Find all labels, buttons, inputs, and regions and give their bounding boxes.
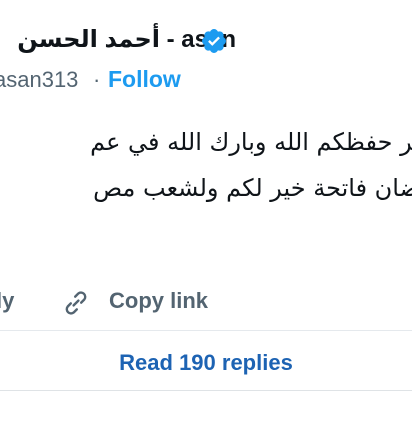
link-icon[interactable]: [60, 287, 92, 319]
read-replies-button[interactable]: Read 190 replies: [0, 344, 412, 382]
tweet-text-line-2: ضان فاتحة خير لكم ولشعب مص: [93, 174, 412, 202]
author-name-row: أحمد الحسن - asan: [0, 24, 412, 58]
divider: [0, 330, 412, 331]
verified-badge-icon: [202, 29, 226, 53]
tweet-text-line-1: ير حفظكم الله وبارك الله في عم: [90, 128, 412, 156]
tweet-actions: ly Copy link: [0, 280, 412, 324]
author-handle[interactable]: asan313: [0, 67, 78, 93]
separator-dot: ·: [93, 67, 101, 92]
reply-button[interactable]: ly: [0, 288, 14, 314]
copy-link-button[interactable]: Copy link: [109, 288, 208, 314]
follow-button[interactable]: Follow: [108, 66, 181, 93]
bottom-panel-edge: [0, 390, 412, 421]
